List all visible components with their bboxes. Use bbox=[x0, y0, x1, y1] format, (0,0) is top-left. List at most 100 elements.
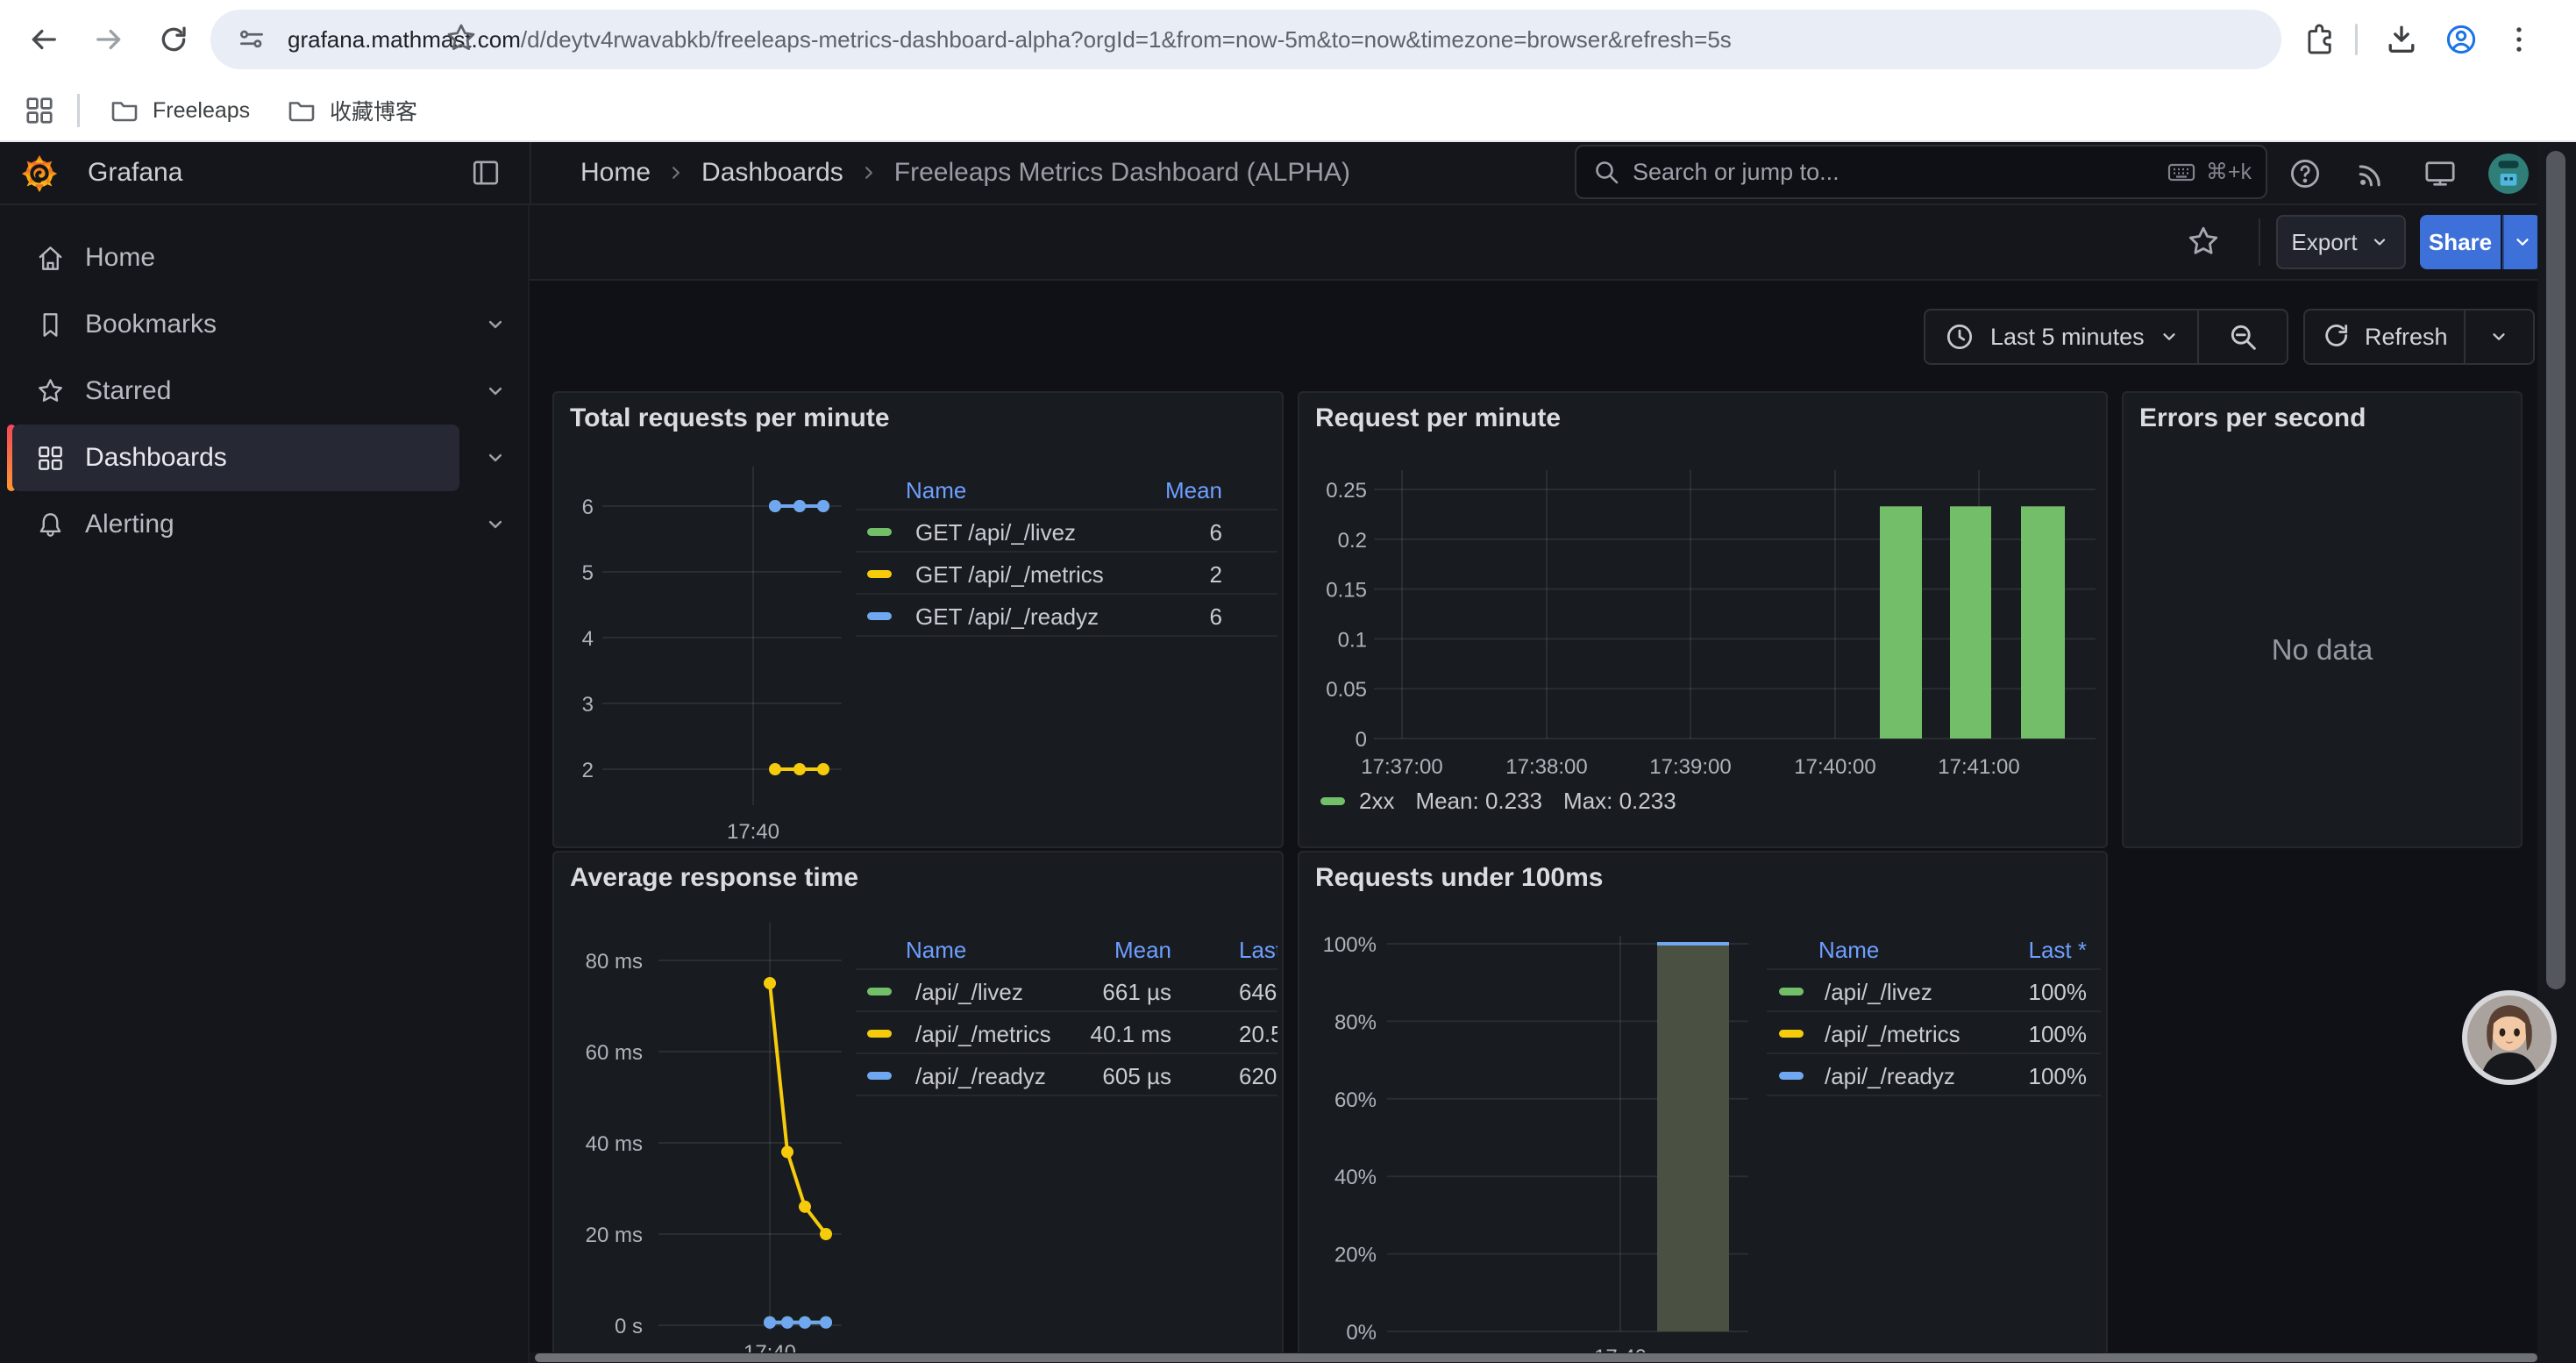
profile-icon[interactable] bbox=[2441, 19, 2481, 60]
bookmark-folder-freeleaps[interactable]: Freeleaps bbox=[91, 86, 267, 135]
help-icon[interactable] bbox=[2285, 153, 2325, 194]
sidebar-item-starred[interactable]: Starred bbox=[12, 358, 459, 425]
series-color-pill[interactable] bbox=[1779, 988, 1804, 995]
legend-row: /api/_/readyz605 µs620 bbox=[856, 1054, 1277, 1096]
sidebar-item-bookmarks[interactable]: Bookmarks bbox=[12, 291, 459, 358]
search-shortcut: ⌘+k bbox=[2166, 156, 2252, 188]
dock-menu-icon[interactable] bbox=[468, 155, 503, 190]
downloads-icon[interactable] bbox=[2381, 19, 2422, 60]
monitor-icon[interactable] bbox=[2420, 153, 2460, 194]
panel-average-response-time: Average response time 80 ms60 ms40 ms20 … bbox=[552, 851, 1284, 1363]
assistant-avatar[interactable] bbox=[2461, 989, 2558, 1086]
browser-menu-icon[interactable] bbox=[2499, 19, 2539, 60]
legend-series-name[interactable]: 2xx bbox=[1359, 788, 1394, 815]
export-button[interactable]: Export bbox=[2276, 215, 2406, 269]
bookmark-star-icon[interactable] bbox=[444, 21, 479, 56]
legend-stat: Max: 0.233 bbox=[1563, 788, 1676, 815]
user-avatar[interactable] bbox=[2488, 153, 2529, 194]
legend-column-last[interactable]: Last * bbox=[2029, 937, 2088, 964]
sidebar-item-dashboards[interactable]: Dashboards bbox=[12, 425, 459, 491]
sidebar-item-label: Home bbox=[85, 243, 155, 273]
legend-column-name[interactable]: Name bbox=[1818, 937, 1879, 964]
legend-column-mean[interactable]: Mean bbox=[1114, 937, 1171, 964]
series-color-pill[interactable] bbox=[1779, 1030, 1804, 1038]
legend-series-name[interactable]: /api/_/metrics bbox=[915, 1021, 1051, 1048]
share-button[interactable]: Share bbox=[2420, 215, 2501, 269]
chevron-down-icon[interactable] bbox=[479, 308, 512, 341]
series-color-pill[interactable] bbox=[867, 1030, 892, 1038]
zoom-out-icon[interactable] bbox=[2225, 319, 2260, 354]
chevron-down-icon[interactable] bbox=[479, 375, 512, 408]
url-path: /d/deytv4rwavabkb/freeleaps-metrics-dash… bbox=[521, 26, 1732, 53]
sidebar-item-label: Bookmarks bbox=[85, 310, 217, 339]
svg-text:17:40: 17:40 bbox=[727, 820, 779, 844]
page-scrollbar-thumb[interactable] bbox=[2546, 151, 2565, 989]
legend-column-name[interactable]: Name bbox=[906, 477, 966, 504]
grafana-logo-icon[interactable] bbox=[19, 153, 60, 193]
legend-series-name[interactable]: GET /api/_/readyz bbox=[915, 603, 1099, 631]
panel-title[interactable]: Errors per second bbox=[2139, 403, 2366, 433]
svg-text:4: 4 bbox=[582, 627, 594, 651]
extensions-icon[interactable] bbox=[2299, 19, 2339, 60]
breadcrumb-item-dashboards[interactable]: Dashboards bbox=[701, 158, 843, 188]
sidebar-item-alerting[interactable]: Alerting bbox=[12, 491, 459, 558]
grafana-header: Grafana HomeDashboardsFreeleaps Metrics … bbox=[0, 142, 2576, 205]
chevron-down-icon[interactable] bbox=[2487, 325, 2511, 349]
bookmarks-divider bbox=[77, 94, 80, 127]
svg-text:0.25: 0.25 bbox=[1326, 479, 1367, 503]
grafana-app: Grafana HomeDashboardsFreeleaps Metrics … bbox=[0, 142, 2576, 1363]
horizontal-scrollbar-thumb[interactable] bbox=[535, 1353, 2537, 1362]
news-rss-icon[interactable] bbox=[2352, 153, 2392, 194]
legend-series-name[interactable]: /api/_/metrics bbox=[1825, 1021, 1960, 1048]
svg-text:100%: 100% bbox=[1323, 933, 1377, 957]
legend-series-name[interactable]: /api/_/livez bbox=[915, 979, 1023, 1006]
reload-icon[interactable] bbox=[146, 11, 202, 68]
svg-text:40 ms: 40 ms bbox=[586, 1132, 643, 1156]
panel-request-per-minute: Request per minute 0.250.20.150.10.05017… bbox=[1298, 391, 2108, 848]
chevron-down-icon bbox=[2510, 230, 2535, 254]
legend-table: NameLast */api/_/livez100%/api/_/metrics… bbox=[1767, 930, 2101, 1096]
url-bar[interactable]: grafana.mathmast.com/d/deytv4rwavabkb/fr… bbox=[210, 10, 2281, 69]
bar-chart[interactable]: 0.250.20.150.10.05017:37:0017:38:0017:39… bbox=[1299, 393, 2106, 848]
chevron-down-icon[interactable] bbox=[479, 441, 512, 475]
sidebar-item-home[interactable]: Home bbox=[12, 225, 459, 291]
button-divider bbox=[2197, 310, 2199, 363]
series-color-pill[interactable] bbox=[867, 528, 892, 536]
legend-column-mean[interactable]: Mean bbox=[1165, 477, 1222, 504]
favorite-star-icon[interactable] bbox=[2185, 224, 2222, 260]
legend-row: GET /api/_/readyz6 bbox=[856, 595, 1277, 637]
share-menu-button[interactable] bbox=[2502, 215, 2541, 269]
bookmark-label: Freeleaps bbox=[153, 98, 250, 124]
series-color-pill[interactable] bbox=[867, 570, 892, 578]
forward-icon[interactable] bbox=[81, 11, 137, 68]
series-color-pill[interactable] bbox=[1320, 797, 1345, 805]
legend-series-name[interactable]: /api/_/livez bbox=[1825, 979, 1932, 1006]
legend-series-name[interactable]: /api/_/readyz bbox=[1825, 1063, 1955, 1090]
series-color-pill[interactable] bbox=[867, 612, 892, 620]
refresh-picker[interactable]: Refresh bbox=[2303, 309, 2535, 365]
time-range-picker[interactable]: Last 5 minutes bbox=[1924, 309, 2288, 365]
site-settings-icon[interactable] bbox=[235, 23, 268, 56]
svg-text:6: 6 bbox=[582, 496, 594, 519]
legend-value: 2 bbox=[1210, 561, 1222, 589]
legend-column-last[interactable]: Last * bbox=[1239, 937, 1277, 964]
series-color-pill[interactable] bbox=[867, 1072, 892, 1080]
legend-series-name[interactable]: /api/_/readyz bbox=[915, 1063, 1046, 1090]
breadcrumb-item-home[interactable]: Home bbox=[580, 158, 651, 188]
svg-text:0%: 0% bbox=[1346, 1321, 1377, 1345]
legend-value: 20.5 m bbox=[1239, 1021, 1277, 1048]
svg-text:3: 3 bbox=[582, 693, 594, 717]
legend-series-name[interactable]: GET /api/_/livez bbox=[915, 519, 1076, 546]
series-color-pill[interactable] bbox=[1779, 1072, 1804, 1080]
apps-grid-icon[interactable] bbox=[23, 94, 56, 127]
svg-text:80 ms: 80 ms bbox=[586, 950, 643, 974]
bookmark-folder-blogs[interactable]: 收藏博客 bbox=[268, 86, 435, 135]
svg-text:5: 5 bbox=[582, 561, 594, 585]
legend-series-name[interactable]: GET /api/_/metrics bbox=[915, 561, 1104, 589]
back-icon[interactable] bbox=[16, 11, 72, 68]
series-color-pill[interactable] bbox=[867, 988, 892, 995]
chevron-down-icon[interactable] bbox=[479, 508, 512, 541]
legend-inline: 2xxMean: 0.233Max: 0.233 bbox=[1320, 788, 1697, 815]
legend-column-name[interactable]: Name bbox=[906, 937, 966, 964]
search-input[interactable]: Search or jump to... ⌘+k bbox=[1575, 145, 2267, 199]
